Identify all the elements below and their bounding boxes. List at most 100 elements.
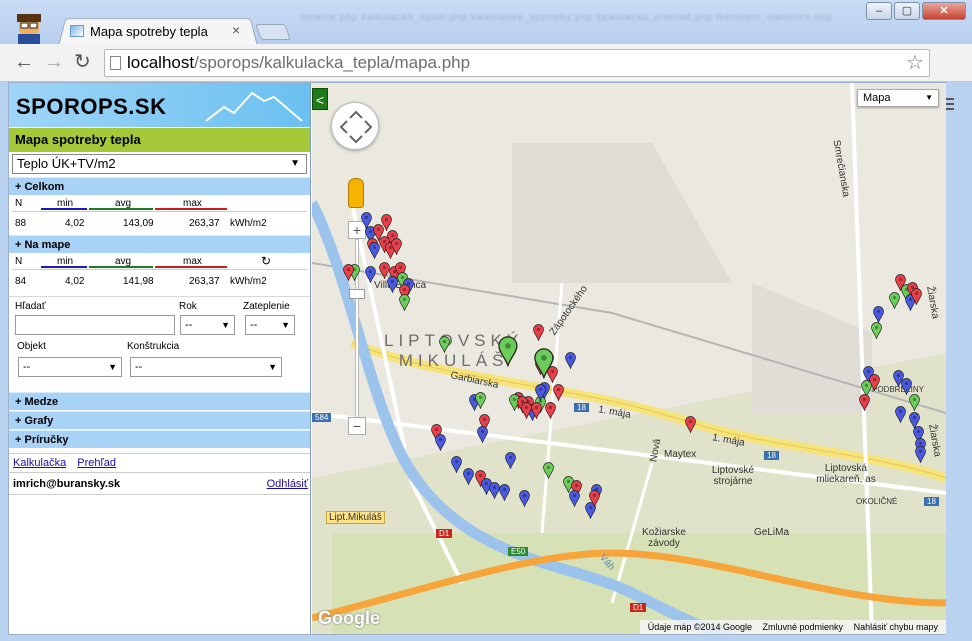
close-window-button[interactable]: ✕: [922, 2, 966, 20]
blue-marker-pin[interactable]: [476, 426, 488, 443]
terms-link[interactable]: Zmluvné podmienky: [763, 622, 844, 632]
route-e50: E50: [508, 547, 529, 556]
section-medze[interactable]: + Medze: [9, 392, 310, 410]
logout-link[interactable]: Odhlásiť: [267, 473, 308, 495]
route-584: 584: [312, 413, 332, 422]
pan-control-icon[interactable]: [331, 102, 379, 150]
construction-label: Konštrukcia: [127, 341, 180, 352]
red-marker-pin[interactable]: [390, 238, 402, 255]
blue-marker-pin[interactable]: [386, 276, 398, 293]
blue-marker-pin[interactable]: [518, 490, 530, 507]
poi-strojarne[interactable]: Liptovské strojárne: [698, 465, 768, 487]
page-icon: [110, 56, 121, 70]
metric-select[interactable]: Teplo ÚK+TV/m2 ▼: [12, 154, 307, 174]
construction-select-value: --: [135, 361, 143, 373]
sidebar: SPOROPS.SK Mapa spotreby tepla Teplo ÚK+…: [9, 83, 311, 634]
value-avg: 143,09: [123, 218, 154, 229]
value-n: 84: [15, 276, 27, 287]
value-min: 4,02: [65, 218, 85, 229]
blue-marker-pin[interactable]: [564, 352, 576, 369]
poi-gelima[interactable]: GeLiMa: [754, 527, 789, 538]
green-marker-pin[interactable]: [870, 322, 882, 339]
section-prirucky[interactable]: + Príručky: [9, 430, 310, 448]
construction-select[interactable]: -- ▼: [130, 357, 282, 377]
section-grafy[interactable]: + Grafy: [9, 411, 310, 429]
avg-underline: [89, 208, 153, 210]
minimize-button[interactable]: –: [866, 2, 892, 20]
reload-icon[interactable]: ↻: [74, 52, 91, 72]
green-marker-pin[interactable]: [888, 292, 900, 309]
active-tab-content[interactable]: Mapa spotreby tepla: [70, 20, 250, 42]
background-tabs[interactable]: ostatne.php kalkulacka_opsat.php kalkula…: [300, 12, 833, 22]
blue-marker-pin[interactable]: [900, 378, 912, 395]
blue-marker-pin[interactable]: [368, 242, 380, 259]
value-unit: kWh/m2: [230, 276, 267, 287]
value-max: 263,37: [189, 218, 220, 229]
red-marker-pin[interactable]: [544, 402, 556, 419]
green-marker-pin[interactable]: [534, 348, 554, 379]
blue-marker-pin[interactable]: [872, 306, 884, 323]
blue-marker-pin[interactable]: [504, 452, 516, 469]
address-bar[interactable]: localhost/sporops/kalkulacka_tepla/mapa.…: [104, 49, 930, 77]
poi-kozarske[interactable]: Kožiarske závody: [634, 527, 694, 549]
red-marker-pin[interactable]: [552, 384, 564, 401]
blue-marker-pin[interactable]: [364, 266, 376, 283]
station-lipt-mikulas[interactable]: Lipt.Mikuláš: [326, 511, 385, 524]
refresh-icon[interactable]: ↻: [261, 254, 271, 268]
url-host: localhost: [127, 53, 195, 72]
year-select[interactable]: -- ▼: [180, 315, 235, 335]
blue-marker-pin[interactable]: [894, 406, 906, 423]
map-canvas[interactable]: < Mapa ▼ + − LIPTOVSKÝ MIKULÁŠ Villa Bian…: [312, 83, 946, 634]
back-arrow-icon[interactable]: ←: [14, 52, 34, 72]
object-select[interactable]: -- ▼: [18, 357, 122, 377]
tab-close-icon[interactable]: ×: [232, 22, 240, 38]
report-error-link[interactable]: Nahlásiť chybu mapy: [854, 622, 938, 632]
poi-mliekaren[interactable]: Liptovská mliekareň, as: [806, 463, 886, 485]
url-path: /sporops/kalkulacka_tepla/mapa.php: [194, 53, 471, 72]
blue-marker-pin[interactable]: [450, 456, 462, 473]
header-n: N: [15, 198, 23, 209]
profile-avatar-icon[interactable]: [14, 12, 44, 44]
blue-marker-pin[interactable]: [434, 434, 446, 451]
link-kalkulacka[interactable]: Kalkulačka: [13, 457, 66, 469]
street-view-pegman-icon[interactable]: [348, 178, 364, 208]
search-input[interactable]: [15, 315, 175, 335]
poi-maytex[interactable]: Maytex: [664, 449, 696, 460]
red-marker-pin[interactable]: [858, 394, 870, 411]
route-d1-a: D1: [436, 529, 453, 538]
insulation-select[interactable]: -- ▼: [245, 315, 295, 335]
red-marker-pin[interactable]: [910, 288, 922, 305]
zoom-control: + −: [348, 221, 366, 439]
forward-arrow-icon[interactable]: →: [44, 52, 64, 72]
green-marker-pin[interactable]: [908, 394, 920, 411]
blue-marker-pin[interactable]: [914, 446, 926, 463]
section-na-mape[interactable]: + Na mape: [9, 235, 310, 253]
green-marker-pin[interactable]: [542, 462, 554, 479]
maptype-select[interactable]: Mapa ▼: [857, 89, 939, 107]
maximize-button[interactable]: ▢: [894, 2, 920, 20]
star-icon[interactable]: ☆: [906, 50, 924, 75]
browser-toolbar: ← → ↻ localhost/sporops/kalkulacka_tepla…: [0, 44, 972, 110]
red-marker-pin[interactable]: [342, 264, 354, 281]
blue-marker-pin[interactable]: [498, 484, 510, 501]
new-tab-button[interactable]: [255, 24, 291, 40]
blue-marker-pin[interactable]: [534, 384, 546, 401]
tab-favicon-icon: [70, 25, 84, 37]
red-marker-pin[interactable]: [530, 402, 542, 419]
year-label: Rok: [179, 301, 197, 312]
zoom-out-button[interactable]: −: [348, 417, 366, 435]
green-marker-pin[interactable]: [438, 336, 450, 353]
section-celkom[interactable]: + Celkom: [9, 177, 310, 195]
blue-marker-pin[interactable]: [568, 490, 580, 507]
red-marker-pin[interactable]: [684, 416, 696, 433]
collapse-panel-button[interactable]: <: [312, 88, 328, 110]
green-marker-pin[interactable]: [474, 392, 486, 409]
green-marker-pin[interactable]: [398, 294, 410, 311]
green-marker-pin[interactable]: [498, 336, 518, 367]
avg-underline: [89, 266, 153, 268]
link-prehlad[interactable]: Prehľad: [77, 457, 116, 469]
blue-marker-pin[interactable]: [462, 468, 474, 485]
red-marker-pin[interactable]: [532, 324, 544, 341]
red-marker-pin[interactable]: [588, 490, 600, 507]
zoom-slider-handle[interactable]: [349, 289, 365, 299]
